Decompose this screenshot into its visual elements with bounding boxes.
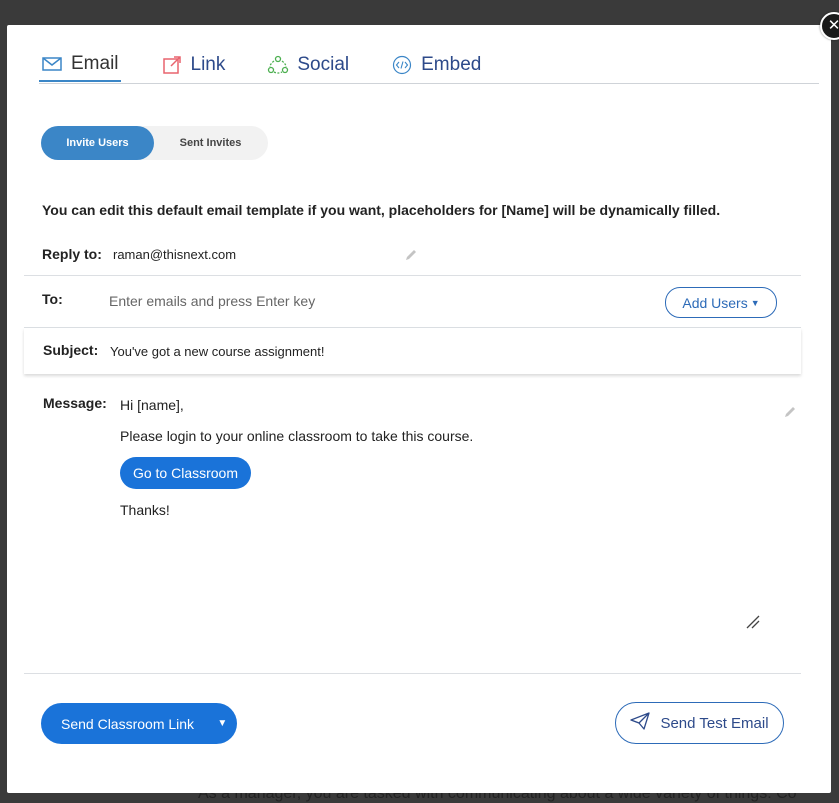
invite-toggle: Invite Users Sent Invites	[41, 126, 268, 160]
to-email-input[interactable]	[107, 287, 551, 315]
add-users-button[interactable]: Add Users ▼	[665, 287, 777, 318]
chevron-down-icon[interactable]: ▼	[208, 703, 237, 744]
edit-message-pencil-icon[interactable]	[783, 405, 797, 419]
code-embed-icon	[391, 54, 413, 76]
send-test-email-button[interactable]: Send Test Email	[615, 702, 784, 744]
message-label: Message:	[43, 395, 107, 411]
tab-link[interactable]: Link	[159, 47, 228, 82]
subject-label: Subject:	[43, 342, 99, 358]
reply-to-label: Reply to:	[42, 246, 102, 262]
message-body: Please login to your online classroom to…	[120, 428, 474, 444]
tab-social-label: Social	[297, 53, 350, 75]
to-label: To:	[42, 291, 63, 307]
envelope-icon	[41, 53, 63, 75]
tab-email[interactable]: Email	[39, 47, 121, 82]
caret-down-icon: ▼	[750, 297, 760, 308]
sent-invites-button[interactable]: Sent Invites	[154, 126, 267, 160]
social-share-icon	[267, 54, 289, 76]
footer-divider	[24, 673, 801, 674]
tab-email-label: Email	[71, 52, 119, 74]
go-to-classroom-button[interactable]: Go to Classroom	[120, 457, 251, 489]
template-info-text: You can edit this default email template…	[42, 202, 721, 218]
tab-embed-label: Embed	[421, 53, 482, 75]
divider	[24, 275, 801, 276]
add-users-label: Add Users	[682, 294, 748, 311]
send-classroom-link-label: Send Classroom Link	[61, 715, 195, 732]
reply-to-value: raman@thisnext.com	[113, 247, 237, 262]
tab-link-label: Link	[190, 53, 226, 75]
edit-reply-pencil-icon[interactable]	[404, 248, 418, 262]
invite-users-button[interactable]: Invite Users	[41, 126, 154, 160]
send-classroom-link-button[interactable]: Send Classroom Link ▼	[41, 703, 237, 744]
external-link-icon	[161, 54, 183, 76]
share-tabs: Email Link Social Embed	[39, 47, 819, 84]
resize-handle-icon[interactable]	[746, 615, 760, 629]
tab-social[interactable]: Social	[265, 47, 351, 82]
subject-value[interactable]: You've got a new course assignment!	[110, 344, 324, 359]
send-test-email-label: Send Test Email	[660, 714, 769, 732]
share-modal: Email Link Social Embed Invite Users Sen…	[7, 25, 831, 793]
message-closing: Thanks!	[120, 502, 170, 518]
paper-plane-icon	[630, 712, 651, 734]
message-greeting: Hi [name],	[120, 397, 184, 413]
tab-embed[interactable]: Embed	[389, 47, 483, 82]
